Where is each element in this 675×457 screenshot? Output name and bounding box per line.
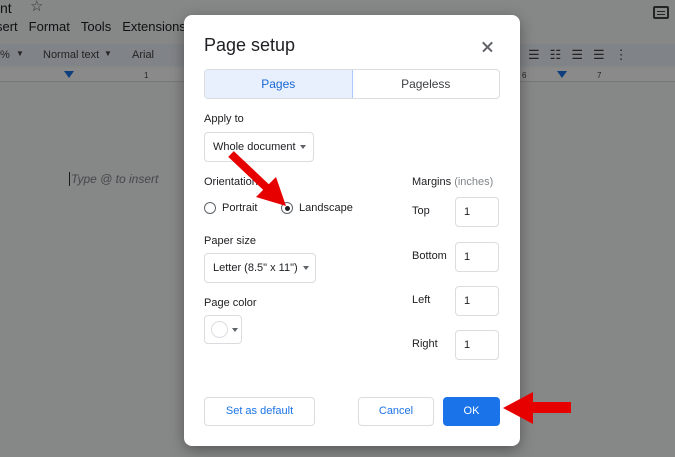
arrow-to-ok <box>503 392 571 424</box>
annotation-layer <box>228 151 571 424</box>
arrow-to-landscape <box>228 151 286 206</box>
